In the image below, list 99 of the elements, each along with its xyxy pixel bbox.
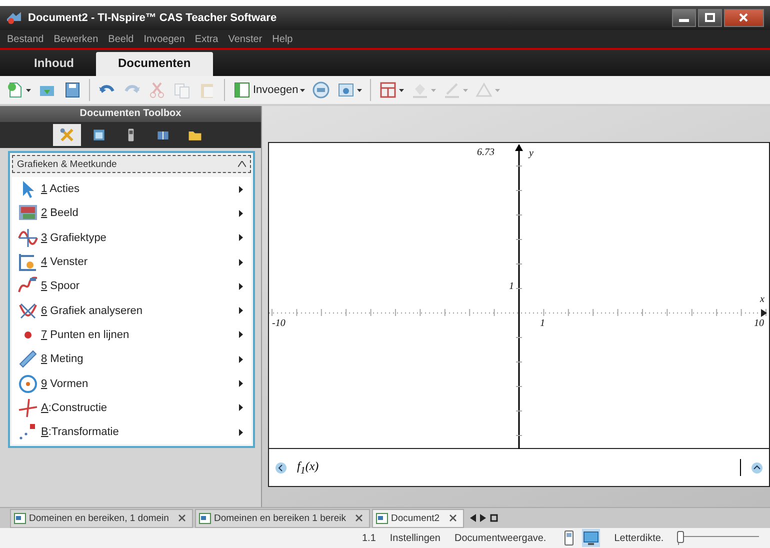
tool-menu-item[interactable]: 4 Venster [12, 250, 251, 274]
previous-icon[interactable] [470, 514, 476, 522]
axis-min-label: -10 [272, 318, 286, 329]
menu-item[interactable]: Invoegen [138, 34, 190, 44]
settings-link[interactable]: Instellingen [390, 532, 440, 544]
close-icon[interactable] [354, 514, 363, 522]
dots-icon [18, 422, 38, 442]
caret-icon [431, 88, 436, 92]
scissors-icon [148, 81, 166, 99]
tool-menu-item[interactable]: 7 Punten en lijnen [12, 322, 251, 348]
crossing-lines-icon [18, 398, 38, 418]
copy-icon [173, 81, 191, 99]
entry-field[interactable]: f$_{1}$(x) [297, 458, 741, 476]
expand-icon[interactable] [751, 462, 763, 474]
submenu-arrow-icon [239, 258, 243, 266]
close-icon[interactable] [178, 514, 186, 522]
page-icon [233, 81, 251, 99]
menu-item[interactable]: Venster [223, 34, 268, 44]
status-label: Documentweergave. [454, 532, 546, 544]
submenu-arrow-icon [239, 210, 243, 217]
document-tab[interactable]: Domeinen en bereiken 1 bereik [194, 508, 370, 528]
curve-icon [18, 300, 38, 321]
app-icon [6, 11, 22, 25]
insert-button[interactable]: Invoegen [231, 79, 308, 101]
bucket-icon [411, 81, 430, 99]
tool-menu-item[interactable]: 6 Grafiek analyseren [12, 298, 251, 323]
close-button[interactable] [724, 9, 764, 27]
pen-icon [443, 81, 462, 99]
wave-icon [18, 228, 38, 248]
window-title: Document2 - TI-Nspire™ CAS Teacher Software [28, 12, 278, 24]
submenu-arrow-icon [239, 404, 243, 412]
tool-menu-item[interactable]: 8 Meting [12, 347, 251, 372]
workspace-tab[interactable]: Documenten [96, 52, 213, 76]
status-label: Letterdikte. [614, 532, 664, 544]
window-icon [90, 127, 106, 143]
page-icon [6, 81, 24, 99]
document-tab[interactable]: Domeinen en bereiken, 1 domein [10, 508, 193, 528]
tool-menu-item[interactable]: 1 Acties [12, 177, 251, 202]
thickness-slider[interactable] [678, 531, 759, 545]
submenu-arrow-icon [239, 307, 243, 314]
tool-menu-item[interactable]: 5 Spoor [12, 274, 251, 298]
collapse-icon[interactable] [275, 462, 287, 474]
tool-menu-item[interactable]: 2 Beeld [12, 201, 251, 226]
caret-icon [300, 88, 306, 92]
tool-menu-item[interactable]: A:Constructie [12, 396, 251, 420]
maximize-icon [705, 13, 715, 22]
submenu-arrow-icon [239, 428, 243, 436]
workspace-tab[interactable]: Inhoud [12, 52, 96, 76]
view-mode-button[interactable] [582, 529, 600, 547]
document-tab[interactable]: Document2 [372, 508, 464, 528]
tool-menu-item[interactable]: B:Transformatie [12, 420, 251, 444]
circle-icon [18, 374, 38, 394]
tool-menu-item[interactable]: 9 Vormen [12, 371, 251, 396]
menu-item[interactable]: Help [267, 34, 298, 44]
caret-icon [357, 88, 362, 92]
close-icon[interactable] [448, 514, 457, 522]
monitor-icon [583, 530, 600, 546]
axes-icon [18, 252, 38, 272]
caret-icon [495, 88, 500, 92]
image-icon [337, 81, 356, 99]
tool-menu-item[interactable]: 3 Grafiektype [12, 226, 251, 250]
section-header[interactable]: Grafieken & Meetkunde [12, 155, 251, 173]
page-number: 1.1 [362, 532, 376, 544]
document-icon [376, 512, 388, 524]
document-icon [198, 512, 211, 524]
collapse-icon[interactable] [238, 161, 246, 167]
caret-icon [399, 88, 404, 92]
menu-item[interactable]: Bewerken [48, 34, 104, 44]
submenu-arrow-icon [239, 234, 243, 242]
axis-name: x [760, 294, 764, 305]
menu-item[interactable]: Beeld [103, 34, 139, 44]
axis-max-label: 10 [754, 318, 764, 329]
tick-label: 1 [540, 318, 545, 329]
close-icon [739, 13, 748, 22]
menu-item[interactable]: Bestand [2, 34, 49, 44]
triangle-icon [475, 81, 494, 99]
panel-title: Documenten Toolbox [0, 106, 261, 122]
axis-name: y [529, 148, 534, 159]
submenu-arrow-icon [239, 356, 243, 363]
ruler-icon [18, 349, 38, 370]
document-icon [14, 512, 26, 524]
submenu-arrow-icon [239, 282, 243, 290]
tools-icon [58, 127, 74, 143]
submenu-arrow-icon [239, 186, 243, 193]
caret-icon [463, 88, 468, 92]
minimize-button[interactable] [672, 9, 696, 27]
maximize-button[interactable] [698, 9, 722, 27]
axis-max-label: 6.73 [477, 147, 494, 158]
caret-icon [26, 88, 31, 92]
next-icon[interactable] [480, 514, 486, 522]
circle-icon [312, 81, 330, 99]
submenu-arrow-icon [239, 331, 243, 338]
grid-icon [379, 81, 398, 99]
tab-list-icon[interactable] [490, 514, 498, 522]
menu-item[interactable]: Extra [190, 34, 224, 44]
tick-label: 1 [509, 281, 514, 292]
submenu-arrow-icon [239, 380, 243, 388]
clipboard-icon [198, 81, 216, 99]
minimize-icon [679, 19, 689, 22]
